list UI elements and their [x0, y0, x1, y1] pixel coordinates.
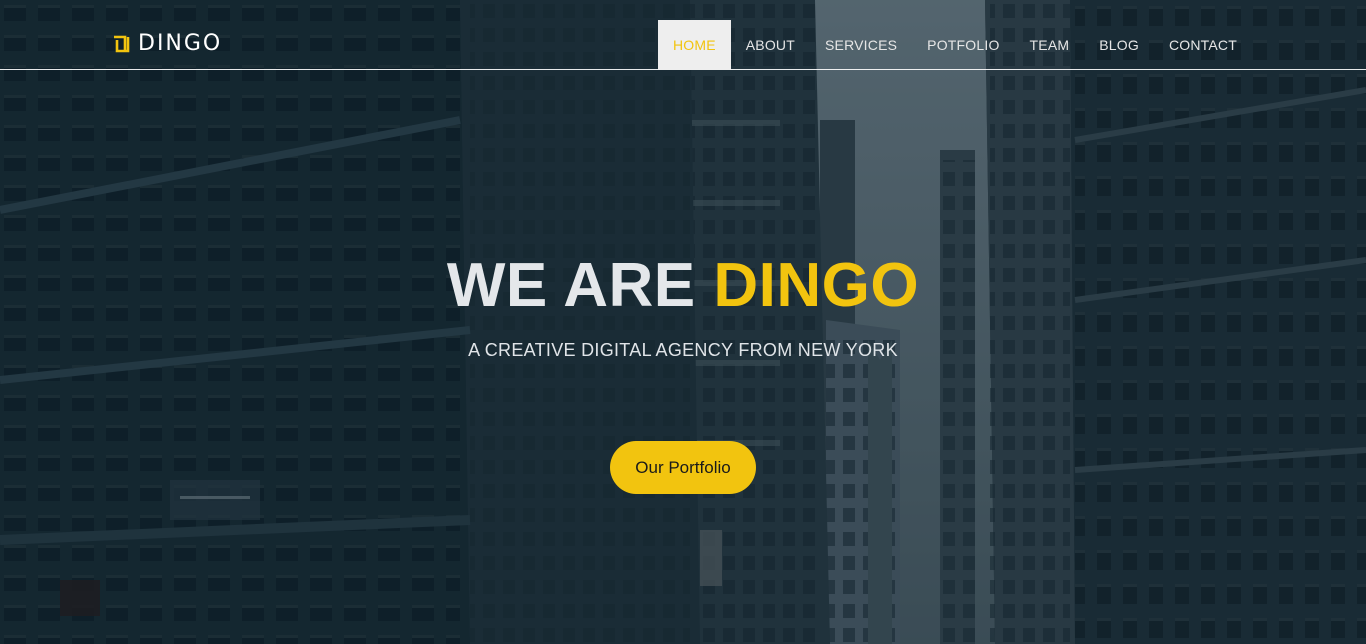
hero-content: WE ARE DINGO A CREATIVE DIGITAL AGENCY F… — [0, 250, 1366, 494]
nav-link-portfolio[interactable]: POTFOLIO — [912, 20, 1014, 70]
top-navbar: DINGO HOME ABOUT SERVICES POTFOLIO TEAM … — [0, 0, 1366, 70]
nav-link-home[interactable]: HOME — [657, 20, 731, 70]
our-portfolio-button[interactable]: Our Portfolio — [610, 441, 756, 494]
nav-link-blog[interactable]: BLOG — [1084, 20, 1154, 70]
nav-link-services[interactable]: SERVICES — [810, 20, 912, 70]
hero-tagline: A CREATIVE DIGITAL AGENCY FROM NEW YORK — [468, 340, 898, 360]
hero-section: DINGO HOME ABOUT SERVICES POTFOLIO TEAM … — [0, 0, 1366, 644]
headline-we-are: WE ARE — [446, 251, 696, 320]
headline-brand: DINGO — [713, 251, 920, 320]
dingo-logo-icon — [112, 35, 130, 53]
nav-link-team[interactable]: TEAM — [1015, 20, 1085, 70]
hero-headline: WE ARE DINGO — [0, 250, 1366, 322]
nav-link-about[interactable]: ABOUT — [731, 20, 810, 70]
main-nav: HOME ABOUT SERVICES POTFOLIO TEAM BLOG C… — [657, 20, 1252, 70]
brand-logo-link[interactable]: DINGO — [112, 33, 222, 55]
brand-name: DINGO — [138, 31, 223, 56]
nav-link-contact[interactable]: CONTACT — [1154, 20, 1252, 70]
